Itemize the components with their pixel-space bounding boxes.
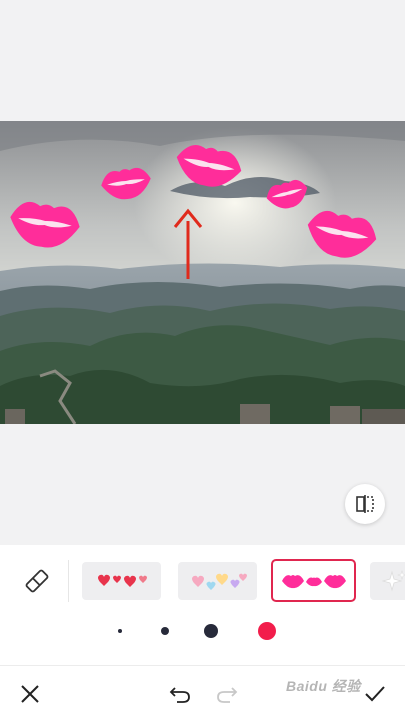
check-icon	[365, 686, 385, 702]
redo-icon	[217, 687, 238, 703]
sticker-tab-pink-lips[interactable]	[271, 559, 356, 602]
sticker-tab-red-hearts[interactable]	[82, 562, 161, 600]
close-icon	[21, 685, 39, 703]
photo-image	[0, 121, 405, 424]
redo-button[interactable]	[213, 680, 241, 708]
undo-button[interactable]	[166, 680, 194, 708]
split-compare-icon	[356, 495, 374, 513]
brush-size-large[interactable]	[258, 622, 276, 640]
bottom-action-bar	[0, 665, 405, 720]
tray-divider	[68, 560, 69, 602]
sticker-tab-pastel-hearts[interactable]	[178, 562, 257, 600]
lips-pink-icon	[281, 574, 346, 588]
brush-size-extra-small[interactable]	[118, 629, 122, 633]
compare-button[interactable]	[345, 484, 385, 524]
landscape-photo[interactable]	[0, 121, 405, 424]
hearts-pastel-icon	[191, 573, 247, 590]
brush-size-medium[interactable]	[204, 624, 218, 638]
confirm-button[interactable]	[361, 680, 389, 708]
sparkle-white-icon	[381, 570, 405, 592]
editor-canvas	[0, 0, 405, 545]
sticker-tab-sparkles[interactable]	[370, 562, 405, 600]
hearts-red-icon	[97, 574, 147, 587]
eraser-button[interactable]	[22, 566, 52, 596]
close-button[interactable]	[16, 680, 44, 708]
undo-icon	[169, 687, 190, 703]
brush-size-small[interactable]	[161, 627, 169, 635]
eraser-icon	[25, 569, 49, 593]
